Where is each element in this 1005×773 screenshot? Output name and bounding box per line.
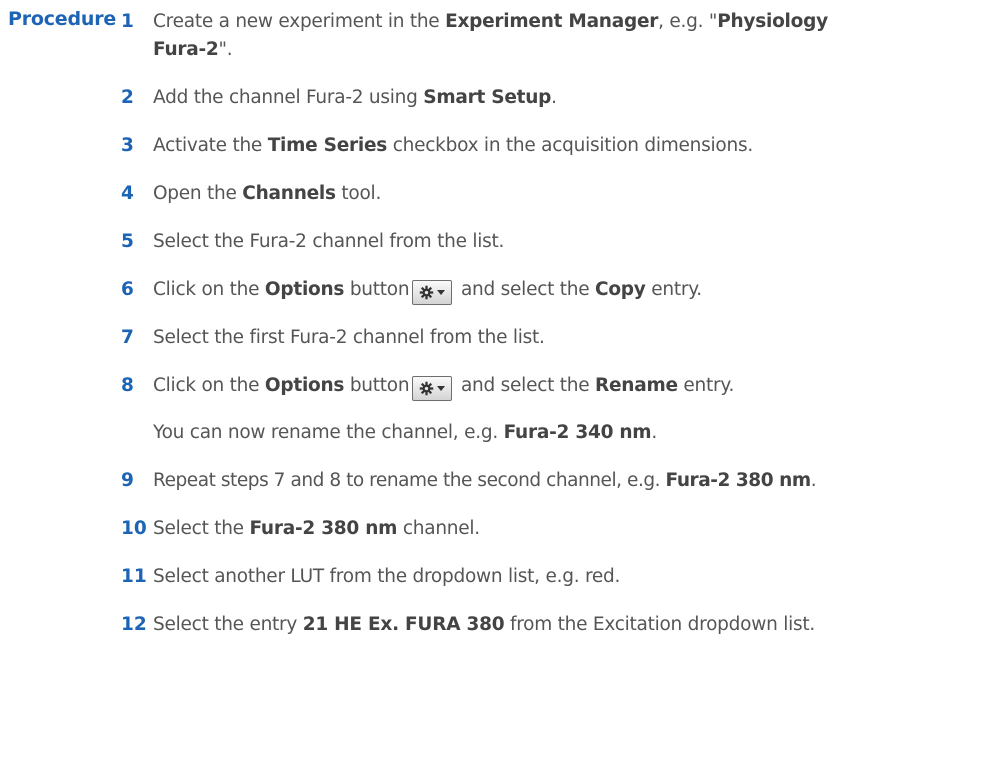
step-1: 1 Create a new experiment in the Experim… <box>121 8 996 64</box>
text-run: Repeat steps 7 and 8 to rename the secon… <box>153 470 666 491</box>
text-run: Add the channel Fura-2 using <box>153 87 424 108</box>
step-number: 5 <box>121 231 134 252</box>
gear-icon <box>420 381 434 396</box>
text-run: channel. <box>397 518 480 539</box>
step-number: 4 <box>121 183 134 204</box>
ui-term: Physiology <box>717 11 828 32</box>
text-run: entry. <box>677 375 735 396</box>
text-run: Click on the <box>153 279 265 300</box>
options-button[interactable] <box>412 280 453 305</box>
text-run: Select the entry <box>153 614 303 635</box>
text-run: Open the <box>153 183 243 204</box>
text-run: Select the Fura-2 channel from the list. <box>153 231 505 252</box>
text-run: ". <box>218 39 233 60</box>
ui-term: Fura-2 380 nm <box>665 470 812 491</box>
step-number: 12 <box>121 614 147 635</box>
text-run: Select the first Fura-2 channel from the… <box>153 327 545 348</box>
ui-term: Time Series <box>267 135 388 156</box>
text-run: button <box>344 279 410 300</box>
step-number: 8 <box>121 375 134 396</box>
ui-term: 21 HE Ex. FURA 380 <box>302 614 505 635</box>
step-text: Select the first Fura-2 channel from the… <box>153 324 996 352</box>
ui-term: Options <box>264 375 345 396</box>
ui-term: Copy <box>595 279 646 300</box>
step-7: 7 Select the first Fura-2 channel from t… <box>121 324 996 352</box>
step-9: 9 Repeat steps 7 and 8 to rename the sec… <box>121 467 996 495</box>
text-run: entry. <box>645 279 702 300</box>
ui-term: Fura-2 340 nm <box>503 422 652 443</box>
ui-term: Rename <box>595 375 678 396</box>
text-run: Select another LUT from the dropdown lis… <box>153 566 621 587</box>
text-run: You can now rename the channel, e.g. <box>153 422 504 443</box>
step-3: 3 Activate the Time Series checkbox in t… <box>121 132 996 160</box>
text-run: . <box>551 87 557 108</box>
step-number: 3 <box>121 135 134 156</box>
step-11: 11 Select another LUT from the dropdown … <box>121 563 996 591</box>
step-text: Select the Fura-2 380 nm channel. <box>153 515 996 543</box>
step-text: Select the entry 21 HE Ex. FURA 380 from… <box>153 611 996 639</box>
caret-down-icon <box>437 290 446 295</box>
text-run: from the Excitation dropdown list. <box>504 614 816 635</box>
text-run: tool. <box>335 183 382 204</box>
step-number: 1 <box>121 11 134 32</box>
section-label: Procedure <box>8 8 117 30</box>
step-12: 12 Select the entry 21 HE Ex. FURA 380 f… <box>121 611 996 639</box>
text-run: Select the <box>153 518 250 539</box>
ui-term: Fura-2 380 nm <box>249 518 398 539</box>
text-run: . <box>651 422 657 443</box>
step-number: 2 <box>121 87 134 108</box>
step-number: 11 <box>121 566 147 587</box>
step-5: 5 Select the Fura-2 channel from the lis… <box>121 228 996 256</box>
step-text: Repeat steps 7 and 8 to rename the secon… <box>153 467 996 495</box>
step-text: Select another LUT from the dropdown lis… <box>153 563 996 591</box>
step-8: 8 Click on the Options button and select… <box>121 372 996 401</box>
step-2: 2 Add the channel Fura-2 using Smart Set… <box>121 84 996 112</box>
step-number: 7 <box>121 327 134 348</box>
ui-term: Fura-2 <box>153 39 219 60</box>
procedure-page: Procedure 1 Create a new experiment in t… <box>0 0 1005 773</box>
step-text: Open the Channels tool. <box>153 180 996 208</box>
caret-down-icon <box>437 386 446 391</box>
step-text: Click on the Options button and select t… <box>153 276 996 305</box>
step-number: 6 <box>121 279 134 300</box>
text-run: Create a new experiment in the <box>153 11 446 32</box>
step-text: Activate the Time Series checkbox in the… <box>153 132 996 160</box>
options-button[interactable] <box>412 376 453 401</box>
text-run: and select the <box>455 279 595 300</box>
step-10: 10 Select the Fura-2 380 nm channel. <box>121 515 996 543</box>
step-6: 6 Click on the Options button and select… <box>121 276 996 305</box>
step-text: Create a new experiment in the Experimen… <box>153 8 996 64</box>
ui-term: Channels <box>242 183 336 204</box>
text-run: Click on the <box>153 375 265 396</box>
text-run: . <box>810 470 817 491</box>
text-run: checkbox in the acquisition dimensions. <box>387 135 754 156</box>
step-4: 4 Open the Channels tool. <box>121 180 996 208</box>
ui-term: Smart Setup <box>423 87 552 108</box>
step-text: Click on the Options button and select t… <box>153 372 996 401</box>
gear-icon <box>420 285 434 300</box>
procedure-steps: 1 Create a new experiment in the Experim… <box>121 8 996 639</box>
step-8-result: You can now rename the channel, e.g. Fur… <box>153 419 996 447</box>
step-number: 9 <box>121 470 134 491</box>
step-number: 10 <box>121 518 147 539</box>
ui-term: Options <box>264 279 345 300</box>
text-run: , e.g. " <box>658 11 718 32</box>
ui-term: Experiment Manager <box>445 11 659 32</box>
step-text: Add the channel Fura-2 using Smart Setup… <box>153 84 996 112</box>
text-run: button <box>344 375 410 396</box>
text-run: Activate the <box>153 135 268 156</box>
step-text: Select the Fura-2 channel from the list. <box>153 228 996 256</box>
text-run: and select the <box>455 375 595 396</box>
